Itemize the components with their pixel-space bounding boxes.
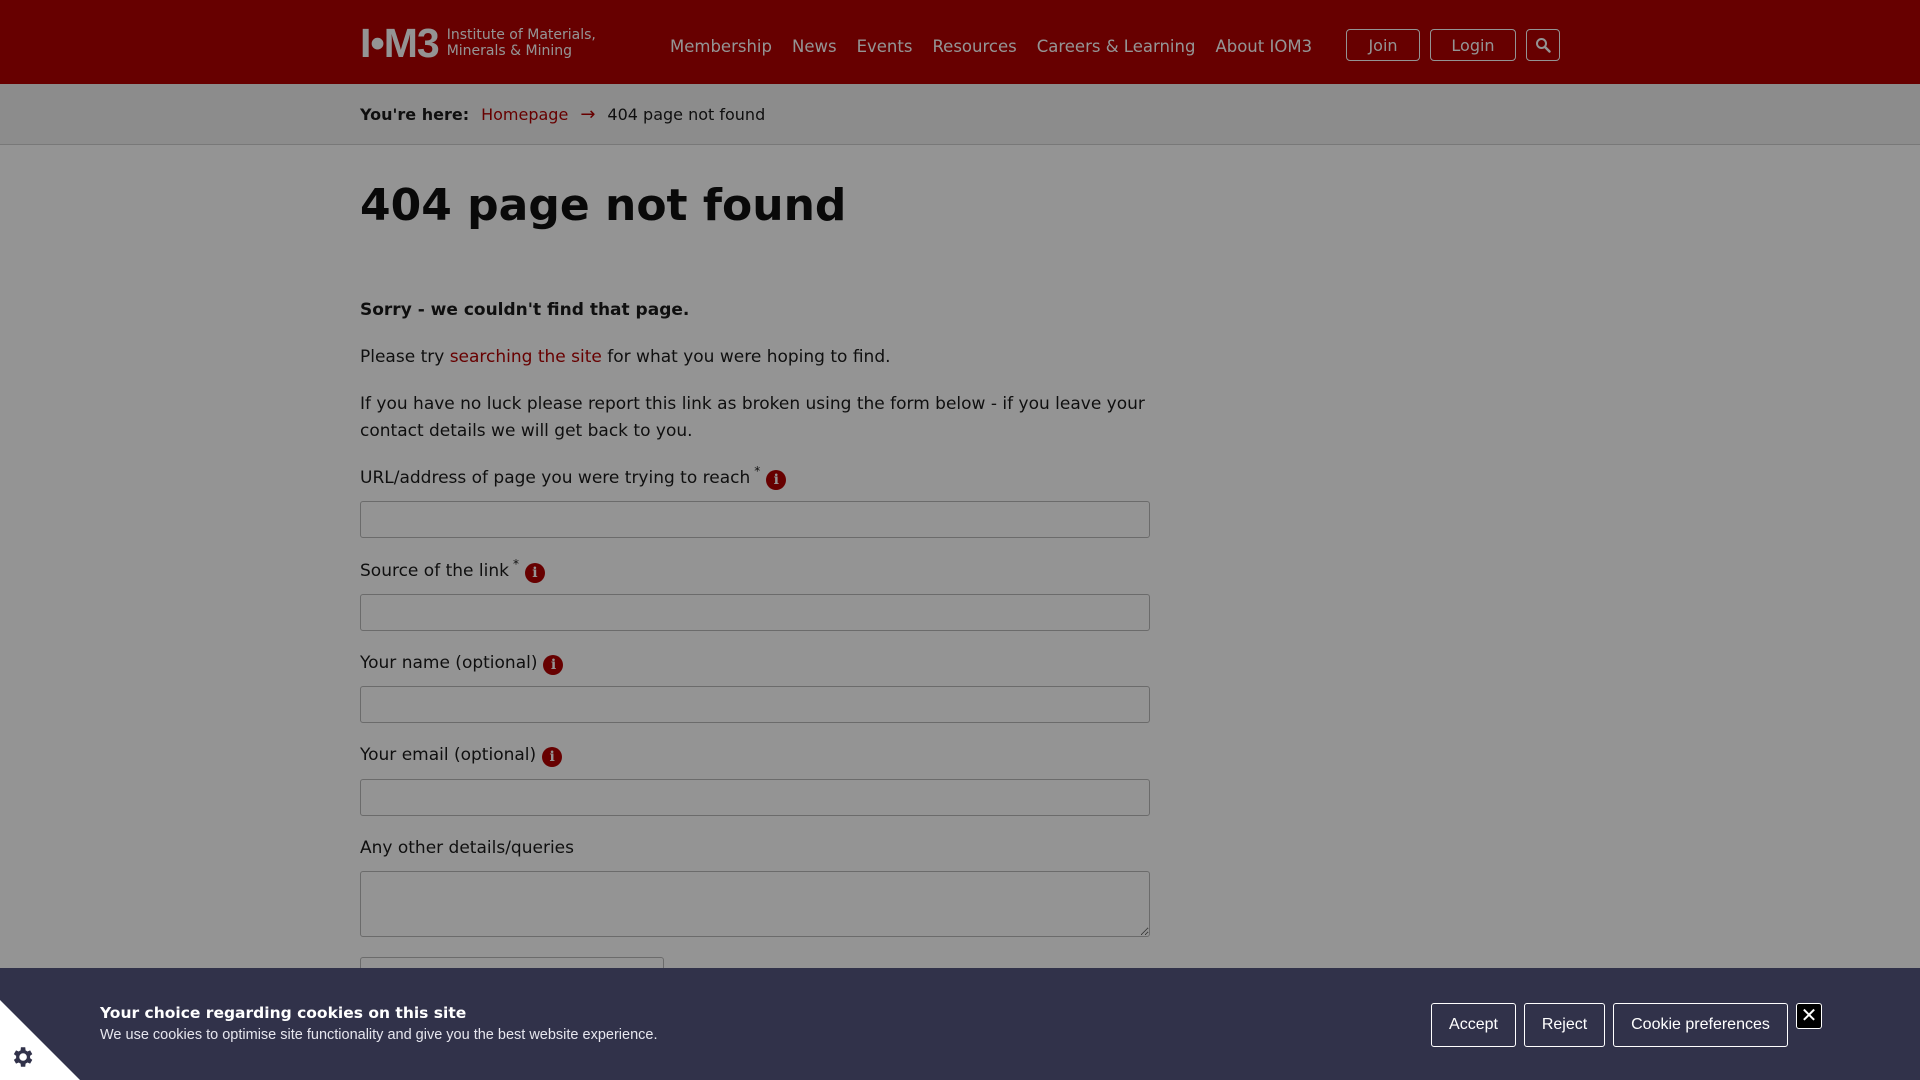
close-icon[interactable]: ✕ [1796, 1003, 1822, 1029]
gear-icon[interactable] [9, 1044, 35, 1070]
cookie-text: We use cookies to optimise site function… [100, 1027, 658, 1043]
reject-cookies-button[interactable]: Reject [1524, 1003, 1605, 1047]
cookie-title: Your choice regarding cookies on this si… [100, 1004, 467, 1022]
cookie-preferences-button[interactable]: Cookie preferences [1613, 1003, 1788, 1047]
modal-overlay [0, 0, 1920, 1080]
gear-icon-svg [13, 1047, 33, 1067]
accept-cookies-button[interactable]: Accept [1431, 1003, 1516, 1047]
